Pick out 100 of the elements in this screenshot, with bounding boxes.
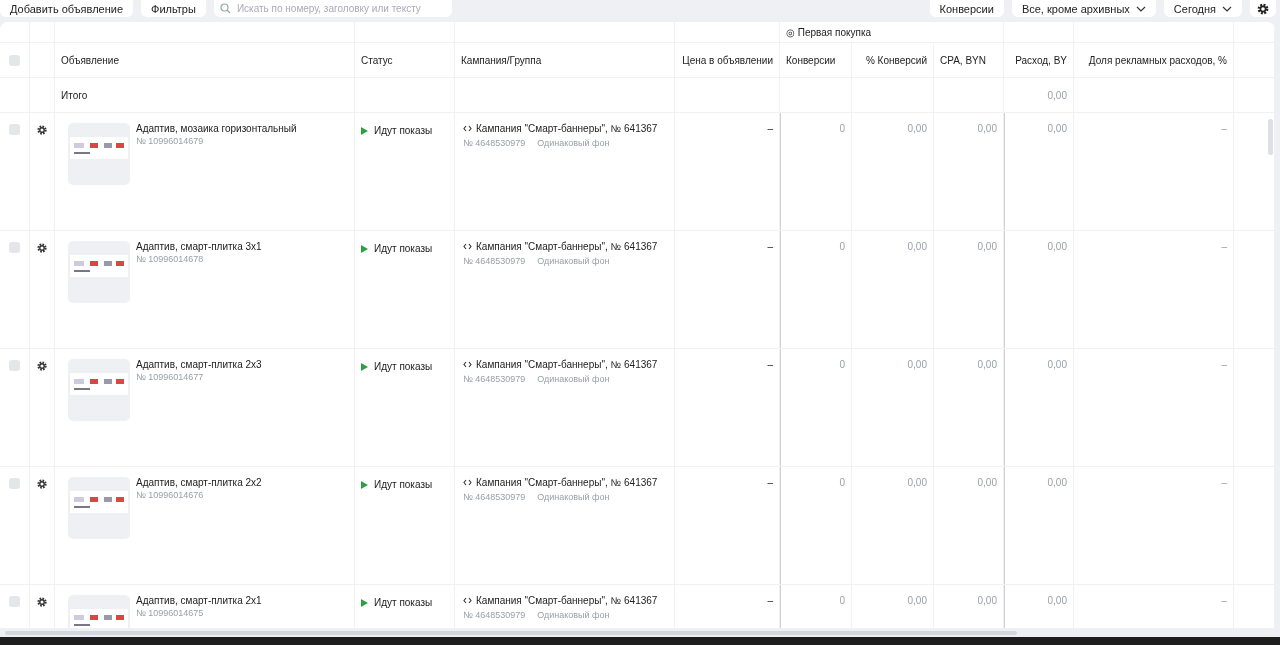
share-cell: – <box>1221 359 1227 370</box>
ad-number: № 10996014679 <box>136 136 205 146</box>
caret-icon <box>1135 5 1146 12</box>
cpa-cell: 0,00 <box>977 477 997 488</box>
ad-title[interactable]: Адаптив, смарт-плитка 2x1 <box>136 595 262 606</box>
banner-thumbnail <box>68 359 130 421</box>
settings-icon <box>1256 1 1270 16</box>
add-ad-button[interactable]: Добавить объявление <box>0 0 134 17</box>
archive-select[interactable]: Все, кроме архивных <box>1011 0 1156 17</box>
column-header[interactable]: Статус <box>361 54 393 66</box>
ad-number: № 10996014678 <box>136 254 205 264</box>
campaign-link[interactable]: Кампания "Смарт-баннеры", № 641367 <box>476 359 658 370</box>
campaign-link[interactable]: Кампания "Смарт-баннеры", № 641367 <box>476 241 658 252</box>
filters-button[interactable]: Фильтры <box>141 0 206 17</box>
search-icon <box>219 3 231 14</box>
status-text: Идут показы <box>374 243 433 254</box>
code-icon <box>463 361 472 368</box>
ad-title[interactable]: Адаптив, смарт-плитка 3x1 <box>136 241 262 252</box>
row-checkbox[interactable] <box>9 242 20 253</box>
column-header[interactable]: % Конверсий <box>865 54 927 66</box>
conversion-rate-cell: 0,00 <box>907 241 927 252</box>
spend-cell: 0,00 <box>1047 477 1067 488</box>
group-number: № 4648530979 <box>463 610 526 620</box>
banner-thumbnail <box>68 477 130 539</box>
play-icon <box>361 599 368 607</box>
gear-icon[interactable] <box>36 242 48 254</box>
total-label: Итого <box>61 89 88 101</box>
play-icon <box>361 245 368 253</box>
row-checkbox[interactable] <box>9 478 20 489</box>
group-number: № 4648530979 <box>463 256 526 266</box>
banner-thumbnail <box>68 123 130 185</box>
ad-number: № 10996014676 <box>136 490 205 500</box>
conversions-cell: 0 <box>839 359 845 370</box>
goal-label: ◎ Первая покупка <box>786 26 872 38</box>
status-text: Идут показы <box>374 361 433 372</box>
banner-thumbnail <box>68 241 130 303</box>
ad-title[interactable]: Адаптив, смарт-плитка 2x2 <box>136 477 262 488</box>
column-header[interactable]: Расход, BY <box>1015 54 1067 66</box>
gear-icon[interactable] <box>36 596 48 608</box>
cpa-cell: 0,00 <box>977 123 997 134</box>
status-text: Идут показы <box>374 479 433 490</box>
group-number: № 4648530979 <box>463 138 526 148</box>
price-cell: – <box>767 123 773 134</box>
column-header[interactable]: Доля рекламных расходов, % <box>1088 54 1227 66</box>
cpa-cell: 0,00 <box>977 241 997 252</box>
code-icon <box>463 479 472 486</box>
code-icon <box>463 125 472 132</box>
gear-icon[interactable] <box>36 478 48 490</box>
total-spend: 0,00 <box>1047 89 1067 101</box>
horizontal-scrollbar[interactable] <box>5 630 1017 635</box>
cpa-cell: 0,00 <box>977 359 997 370</box>
price-cell: – <box>767 241 773 252</box>
code-icon <box>463 597 472 604</box>
column-header[interactable]: CPA, BYN <box>940 54 986 66</box>
campaign-link[interactable]: Кампания "Смарт-баннеры", № 641367 <box>476 123 658 134</box>
conversions-button[interactable]: Конверсии <box>929 0 1004 17</box>
cpa-cell: 0,00 <box>977 595 997 606</box>
column-header[interactable]: Конверсии <box>786 54 836 66</box>
settings-button[interactable] <box>1250 0 1276 17</box>
ad-title[interactable]: Адаптив, смарт-плитка 2x3 <box>136 359 262 370</box>
price-cell: – <box>767 477 773 488</box>
play-icon <box>361 363 368 371</box>
gear-icon[interactable] <box>36 124 48 136</box>
conversion-rate-cell: 0,00 <box>907 595 927 606</box>
row-checkbox[interactable] <box>9 360 20 371</box>
conversions-cell: 0 <box>839 595 845 606</box>
conversion-rate-cell: 0,00 <box>907 477 927 488</box>
spend-cell: 0,00 <box>1047 595 1067 606</box>
period-select[interactable]: Сегодня <box>1163 0 1242 17</box>
group-number: № 4648530979 <box>463 374 526 384</box>
gear-icon[interactable] <box>36 360 48 372</box>
conversions-cell: 0 <box>839 477 845 488</box>
campaign-link[interactable]: Кампания "Смарт-баннеры", № 641367 <box>476 595 658 606</box>
share-cell: – <box>1221 477 1227 488</box>
ad-title[interactable]: Адаптив, мозаика горизонтальный <box>136 123 297 134</box>
share-cell: – <box>1221 123 1227 134</box>
column-header[interactable]: Объявление <box>61 54 119 66</box>
spend-cell: 0,00 <box>1047 241 1067 252</box>
share-cell: – <box>1221 241 1227 252</box>
share-cell: – <box>1221 595 1227 606</box>
conversions-cell: 0 <box>839 241 845 252</box>
column-header[interactable]: Цена в объявлении <box>682 54 773 66</box>
play-icon <box>361 127 368 135</box>
spend-cell: 0,00 <box>1047 359 1067 370</box>
code-icon <box>463 243 472 250</box>
search-field[interactable]: Искать по номеру, заголовку или тексту <box>213 0 452 17</box>
row-checkbox[interactable] <box>9 596 20 607</box>
caret-icon <box>1222 5 1232 12</box>
vertical-scrollbar[interactable] <box>1268 119 1273 155</box>
column-header[interactable]: Кампания/Группа <box>461 54 542 66</box>
price-cell: – <box>767 595 773 606</box>
spend-cell: 0,00 <box>1047 123 1067 134</box>
ad-number: № 10996014675 <box>136 608 205 618</box>
status-text: Идут показы <box>374 125 433 136</box>
conversion-rate-cell: 0,00 <box>907 123 927 134</box>
row-checkbox[interactable] <box>9 124 20 135</box>
status-text: Идут показы <box>374 597 433 608</box>
campaign-link[interactable]: Кампания "Смарт-баннеры", № 641367 <box>476 477 658 488</box>
select-all-checkbox[interactable] <box>9 54 20 66</box>
group-number: № 4648530979 <box>463 492 526 502</box>
